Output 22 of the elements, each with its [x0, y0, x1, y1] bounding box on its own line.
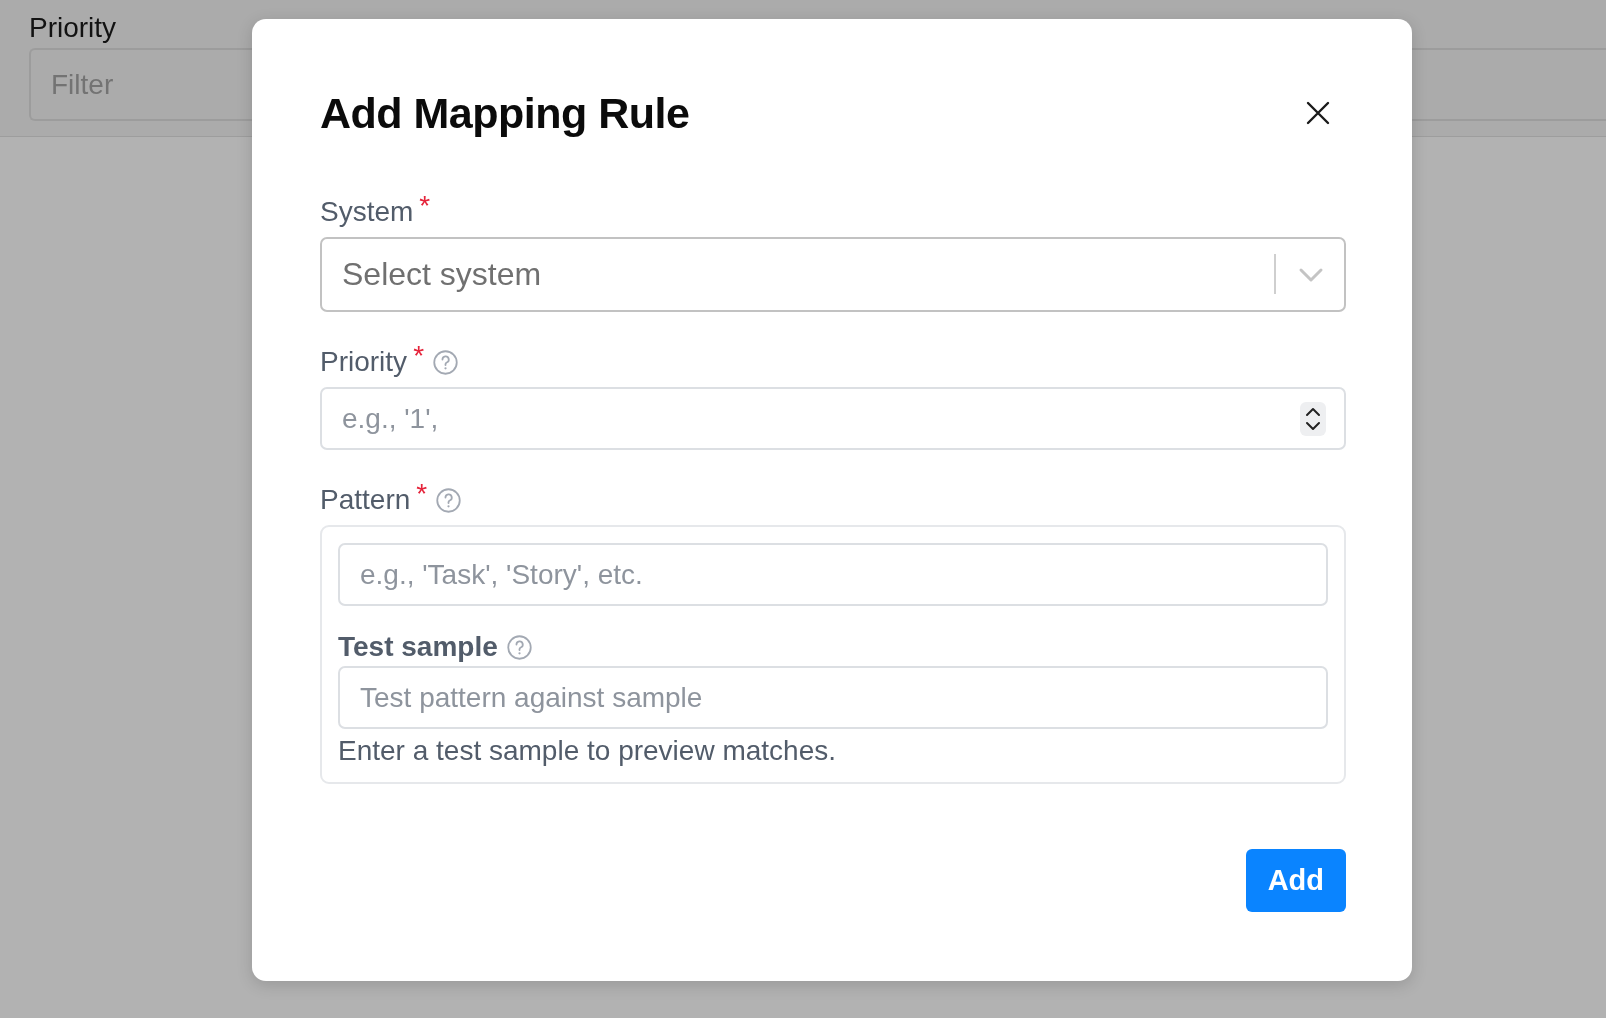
input-field[interactable]: Test pattern against sample [338, 666, 1328, 729]
input-field[interactable]: e.g., '1', [320, 387, 1346, 450]
chevron-down-icon [1298, 266, 1324, 283]
field-label: Priority [320, 346, 408, 378]
help-icon[interactable] [435, 486, 463, 514]
help-icon[interactable] [432, 348, 460, 376]
dialog-title: Add Mapping Rule [320, 88, 690, 138]
hint-text: Enter a test sample to preview matches. [338, 734, 837, 768]
select-field[interactable]: Select system [320, 237, 1346, 312]
required-mark: * [419, 190, 431, 222]
field-label: System [320, 196, 414, 228]
field-label: Pattern [320, 484, 411, 516]
required-mark: * [416, 478, 428, 510]
required-mark: * [413, 340, 425, 372]
field-label: Test sample [338, 631, 498, 663]
add-button[interactable]: Add [1245, 849, 1346, 912]
input-field[interactable]: e.g., 'Task', 'Story', etc. [338, 543, 1328, 606]
spinner-icon[interactable] [1300, 401, 1326, 436]
help-icon[interactable] [505, 633, 533, 661]
close-icon[interactable] [1306, 101, 1330, 125]
filter-field[interactable]: Filter [29, 48, 252, 121]
column-label: Priority [29, 12, 118, 44]
